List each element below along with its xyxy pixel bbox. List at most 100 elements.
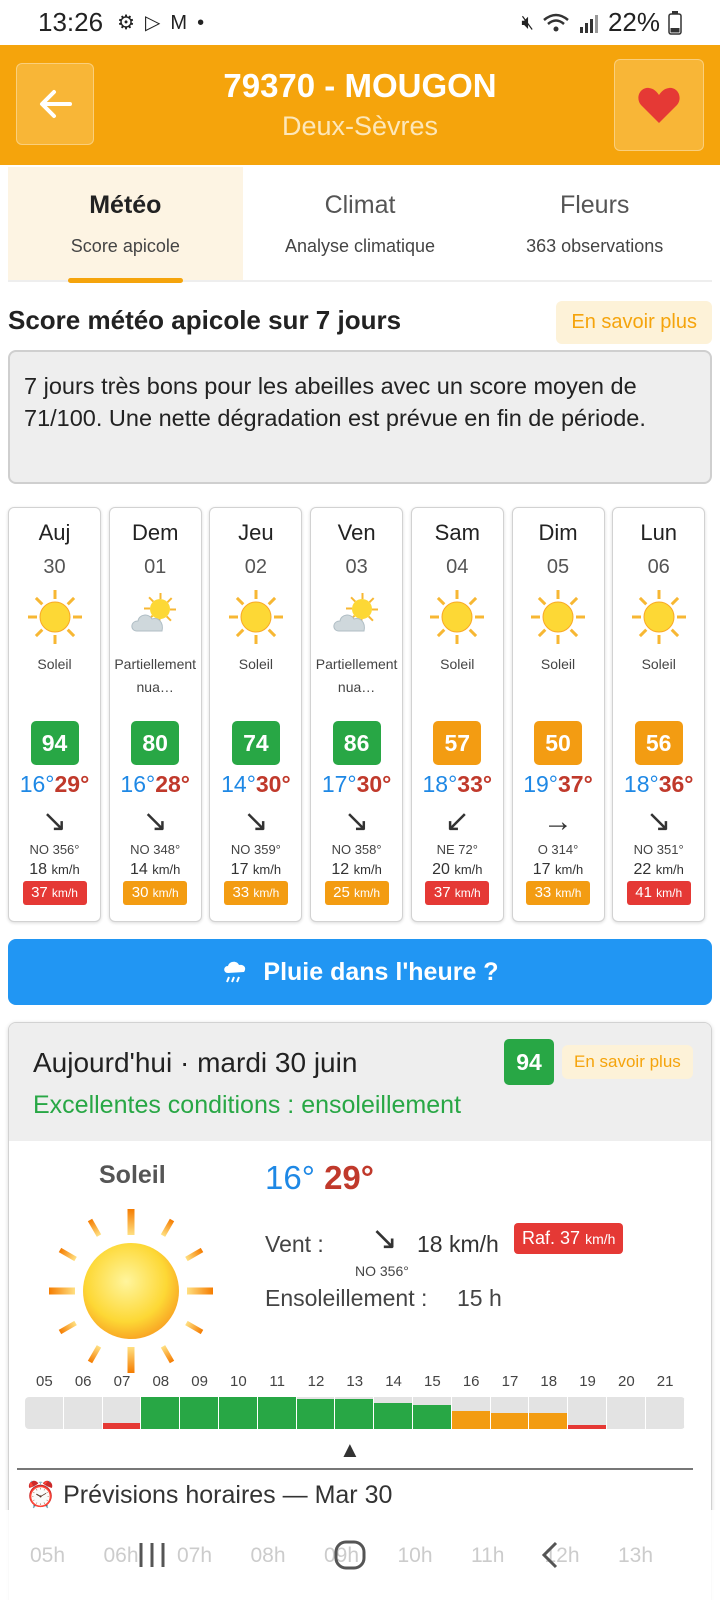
system-back-button[interactable] xyxy=(520,1530,580,1580)
day-card[interactable]: Sam 04 Soleil 57 18°33° ↙ NE 72° 20 km/h… xyxy=(410,507,504,922)
hour-label: 06 xyxy=(74,1373,92,1390)
hour-bar xyxy=(180,1397,219,1429)
day-date: 01 xyxy=(144,556,167,578)
sunshine-value: 15 h xyxy=(457,1285,502,1311)
hour-bar-fill xyxy=(529,1413,568,1429)
hour-bar-fill xyxy=(335,1399,374,1429)
summary-box: 7 jours très bons pour les abeilles avec… xyxy=(8,350,712,484)
day-card[interactable]: Auj 30 Soleil 94 16°29° ↘ NO 356° 18 km/… xyxy=(8,507,101,922)
forecast-hour-label: 10h xyxy=(397,1544,433,1567)
status-bar: 13:26 ⚙ ▷ M • 🔇︎ 22% xyxy=(0,0,720,45)
favorite-button[interactable] xyxy=(614,59,704,151)
play-icon: ▷ xyxy=(145,11,161,34)
day-wind-unit: km/h xyxy=(655,862,684,877)
sun-icon xyxy=(226,587,286,647)
tab-meteo[interactable]: Météo Score apicole xyxy=(8,167,243,283)
day-condition: Soleil xyxy=(238,656,274,672)
status-notification-icons: ⚙ ▷ M • xyxy=(117,13,204,33)
forecast-hour-label: 08h xyxy=(250,1544,286,1567)
day-condition: Soleil xyxy=(37,656,72,672)
day-wind-speed: 12 km/h xyxy=(311,861,402,879)
battery-icon xyxy=(668,10,682,35)
day-temp-max: 29° xyxy=(54,771,90,797)
chevron-left-icon xyxy=(541,1541,558,1569)
wind-speed: 18 km/h xyxy=(417,1231,499,1257)
day-temperatures: 18°33° xyxy=(412,771,503,798)
day-gust-unit: km/h xyxy=(656,886,683,900)
day-wind-unit: km/h xyxy=(152,862,181,877)
day-wind-unit: km/h xyxy=(454,862,483,877)
hour-bar xyxy=(490,1397,530,1429)
partly-cloudy-icon xyxy=(327,587,387,647)
day-name: Lun xyxy=(640,520,678,545)
system-navigation-bar: 05h 06h 07h 08h 09h 10h 11h 12h 13h xyxy=(0,1510,720,1600)
day-wind-speed-value: 18 xyxy=(29,861,48,878)
day-gust-unit: km/h xyxy=(454,886,481,900)
sun-icon xyxy=(25,587,85,647)
tab-climat[interactable]: Climat Analyse climatique xyxy=(243,167,478,280)
day-temperatures: 19°37° xyxy=(513,771,604,798)
day-score-badge: 74 xyxy=(231,721,280,765)
learn-more-button[interactable]: En savoir plus xyxy=(556,301,712,344)
forecast-hour-label: 07h xyxy=(177,1544,213,1567)
wind-direction-arrow-icon: ↘ xyxy=(243,805,269,838)
day-temperatures: 14°30° xyxy=(210,771,301,798)
day-card[interactable]: Jeu 02 Soleil 74 14°30° ↘ NO 359° 17 km/… xyxy=(209,507,303,922)
day-card[interactable]: Dim 05 Soleil 50 19°37° → O 314° 17 km/h… xyxy=(511,507,605,922)
day-gust-unit: km/h xyxy=(555,886,582,900)
section-title: Score météo apicole sur 7 jours xyxy=(8,305,402,335)
partly-cloudy-icon xyxy=(125,587,185,647)
day-temp-min: 19° xyxy=(523,771,558,797)
hour-bar-fill xyxy=(257,1397,296,1429)
day-card[interactable]: Lun 06 Soleil 56 18°36° ↘ NO 351° 22 km/… xyxy=(612,507,706,922)
status-system-icons: 🔇︎ 22% xyxy=(521,7,682,38)
day-score-badge: 50 xyxy=(534,721,582,765)
day-card[interactable]: Dem 01 Partiellement nua… 80 16°28° ↘ NO… xyxy=(108,507,202,922)
hour-label: 11 xyxy=(269,1373,285,1390)
hour-bar xyxy=(64,1397,103,1429)
dot-icon: • xyxy=(197,11,205,34)
hour-bar-fill xyxy=(180,1397,218,1429)
rain-in-hour-button[interactable]: Pluie dans l'heure ? xyxy=(8,939,712,1005)
day-condition: Soleil xyxy=(641,656,676,672)
day-wind-speed: 20 km/h xyxy=(412,861,503,879)
hour-bar-fill xyxy=(568,1425,606,1429)
day-temp-max: 37° xyxy=(558,771,593,797)
today-learn-more-button[interactable]: En savoir plus xyxy=(562,1045,693,1079)
day-date: 06 xyxy=(647,556,670,578)
day-wind-speed-value: 20 xyxy=(432,861,450,878)
day-gust-unit: km/h xyxy=(152,886,179,900)
hour-bar-fill xyxy=(374,1403,412,1429)
day-temp-min: 18° xyxy=(623,771,659,797)
day-score-badge: 80 xyxy=(131,721,180,765)
hour-bar xyxy=(335,1397,375,1429)
day-condition: Soleil xyxy=(540,656,576,672)
hour-bar xyxy=(141,1397,181,1429)
day-date: 03 xyxy=(345,556,368,578)
day-temperatures: 18°36° xyxy=(613,771,704,798)
day-gust-badge: 41 km/h xyxy=(626,881,691,905)
day-temp-max: 28° xyxy=(155,771,190,797)
day-wind-speed: 22 km/h xyxy=(613,861,704,879)
wind-label: Vent : xyxy=(265,1231,324,1257)
hour-label: 09 xyxy=(191,1373,208,1390)
day-condition: Partiellement nua… xyxy=(315,656,398,695)
active-tab-indicator xyxy=(68,278,183,283)
alarm-clock-icon: ⏰ xyxy=(25,1481,57,1509)
home-button[interactable] xyxy=(320,1530,380,1580)
day-wind-direction: NO 359° xyxy=(230,842,281,857)
hour-bar xyxy=(218,1397,258,1429)
hourly-score-timeline: 05 06 07 08 09 10 11 12 13 14 15 16 17 18 19 20 21 xyxy=(25,1373,685,1429)
day-card[interactable]: Ven 03 Partiellement nua… 86 17°30° ↘ NO… xyxy=(310,507,404,922)
hour-bar-fill xyxy=(490,1413,529,1429)
app-header: 79370 - MOUGON Deux-Sèvres xyxy=(0,45,720,165)
tab-fleurs[interactable]: Fleurs 363 observations xyxy=(477,167,712,280)
hour-bar xyxy=(451,1397,491,1429)
hour-label: 16 xyxy=(462,1373,480,1390)
mail-icon: M xyxy=(170,11,188,34)
divider xyxy=(17,1468,693,1470)
home-icon xyxy=(334,1540,366,1570)
day-gust-unit: km/h xyxy=(253,886,280,900)
recent-apps-button[interactable] xyxy=(122,1530,182,1580)
hour-label: 07 xyxy=(113,1373,131,1390)
